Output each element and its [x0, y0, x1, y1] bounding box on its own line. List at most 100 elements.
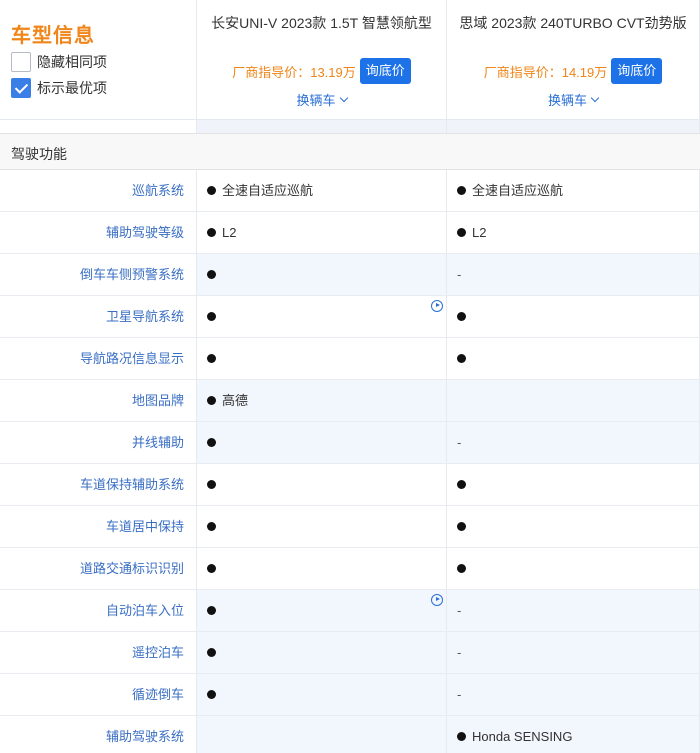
- price-label: 厂商指导价：: [483, 64, 562, 80]
- car-name[interactable]: 思域 2023款 240TURBO CVT劲势版: [457, 12, 689, 34]
- hide-same-option[interactable]: 隐藏相同项: [11, 52, 107, 72]
- row-label[interactable]: 地图品牌: [0, 380, 197, 421]
- table-row: 地图品牌 高德: [0, 380, 700, 422]
- table-row: 卫星导航系统: [0, 296, 700, 338]
- table-cell: 全速自适应巡航: [447, 170, 700, 211]
- swap-car-label[interactable]: 换辆车: [548, 90, 587, 109]
- standard-dot-icon: [207, 438, 216, 447]
- section-title: 驾驶功能: [11, 146, 67, 162]
- ask-price-button[interactable]: 询底价: [611, 58, 663, 84]
- table-cell: 高德: [197, 380, 447, 421]
- table-row: 循迹倒车 -: [0, 674, 700, 716]
- standard-dot-icon: [207, 564, 216, 573]
- row-label[interactable]: 巡航系统: [0, 170, 197, 211]
- row-label[interactable]: 道路交通标识识别: [0, 548, 197, 589]
- mark-best-label[interactable]: 标示最优项: [37, 78, 107, 98]
- standard-dot-icon: [207, 186, 216, 195]
- table-cell: [197, 506, 447, 547]
- swap-car-button[interactable]: 换辆车: [447, 90, 699, 109]
- table-cell: [197, 422, 447, 463]
- standard-dot-icon: [457, 564, 466, 573]
- standard-dot-icon: [457, 732, 466, 741]
- table-row: 辅助驾驶等级 L2 L2: [0, 212, 700, 254]
- page-title: 车型信息: [11, 25, 95, 47]
- table-row: 自动泊车入位 -: [0, 590, 700, 632]
- price-row: 厂商指导价： 14.19万 询底价: [447, 58, 699, 84]
- chevron-down-icon: [590, 93, 600, 102]
- table-cell: [447, 338, 700, 379]
- mark-best-checkbox[interactable]: [11, 78, 31, 98]
- table-row: 车道居中保持: [0, 506, 700, 548]
- header-strip: [0, 119, 197, 133]
- cell-value: 全速自适应巡航: [472, 183, 564, 198]
- standard-dot-icon: [207, 312, 216, 321]
- row-label[interactable]: 辅助驾驶等级: [0, 212, 197, 253]
- standard-dot-icon: [457, 354, 466, 363]
- table-cell: [197, 296, 447, 337]
- cell-value: Honda SENSING: [472, 729, 573, 744]
- play-video-icon[interactable]: [431, 594, 443, 606]
- cell-value: -: [457, 645, 462, 660]
- mark-best-option[interactable]: 标示最优项: [11, 78, 107, 98]
- row-label[interactable]: 车道保持辅助系统: [0, 464, 197, 505]
- table-cell: [197, 548, 447, 589]
- price-label: 厂商指导价：: [232, 64, 311, 80]
- swap-car-label[interactable]: 换辆车: [296, 90, 335, 109]
- standard-dot-icon: [207, 522, 216, 531]
- table-row: 倒车车侧预警系统 -: [0, 254, 700, 296]
- row-label[interactable]: 并线辅助: [0, 422, 197, 463]
- table-cell: -: [447, 590, 700, 631]
- row-label[interactable]: 导航路况信息显示: [0, 338, 197, 379]
- spec-table: 巡航系统 全速自适应巡航 全速自适应巡航辅助驾驶等级 L2 L2 倒车车侧预警系统 - 卫星导…: [0, 170, 700, 753]
- table-cell: L2: [447, 212, 700, 253]
- price-value: 13.19万: [310, 64, 356, 80]
- hide-same-label[interactable]: 隐藏相同项: [37, 52, 107, 72]
- row-label[interactable]: 循迹倒车: [0, 674, 197, 715]
- table-cell: L2: [197, 212, 447, 253]
- cell-value: 全速自适应巡航: [222, 183, 314, 198]
- table-cell: 全速自适应巡航: [197, 170, 447, 211]
- table-cell: [197, 632, 447, 673]
- table-cell: [197, 674, 447, 715]
- car-column-header: 思域 2023款 240TURBO CVT劲势版 厂商指导价： 14.19万 询…: [447, 0, 700, 119]
- table-cell: [447, 380, 700, 421]
- price-value: 14.19万: [561, 64, 608, 80]
- standard-dot-icon: [457, 480, 466, 489]
- table-cell: [447, 548, 700, 589]
- cell-value: L2: [222, 225, 237, 240]
- row-label[interactable]: 车道居中保持: [0, 506, 197, 547]
- car-column-header: 长安UNI-V 2023款 1.5T 智慧领航型 厂商指导价： 13.19万 询…: [197, 0, 447, 119]
- car-name[interactable]: 长安UNI-V 2023款 1.5T 智慧领航型: [207, 12, 436, 34]
- cell-value: L2: [472, 225, 487, 240]
- swap-car-button[interactable]: 换辆车: [197, 90, 446, 109]
- header-left-panel: 车型信息 隐藏相同项 标示最优项: [0, 0, 197, 119]
- standard-dot-icon: [207, 354, 216, 363]
- row-label[interactable]: 遥控泊车: [0, 632, 197, 673]
- table-cell: -: [447, 254, 700, 295]
- table-row: 遥控泊车 -: [0, 632, 700, 674]
- table-cell: -: [447, 632, 700, 673]
- row-label[interactable]: 辅助驾驶系统: [0, 716, 197, 753]
- hide-same-checkbox[interactable]: [11, 52, 31, 72]
- row-label[interactable]: 卫星导航系统: [0, 296, 197, 337]
- standard-dot-icon: [207, 648, 216, 657]
- cell-value: -: [457, 687, 462, 702]
- standard-dot-icon: [207, 228, 216, 237]
- table-cell: -: [447, 674, 700, 715]
- table-cell: [197, 590, 447, 631]
- ask-price-button[interactable]: 询底价: [359, 58, 411, 84]
- chevron-down-icon: [339, 93, 348, 102]
- standard-dot-icon: [207, 690, 216, 699]
- row-label[interactable]: 倒车车侧预警系统: [0, 254, 197, 295]
- price-row: 厂商指导价： 13.19万 询底价: [197, 58, 446, 84]
- table-cell: -: [447, 422, 700, 463]
- standard-dot-icon: [207, 480, 216, 489]
- standard-dot-icon: [457, 312, 466, 321]
- play-video-icon[interactable]: [431, 300, 443, 312]
- cell-value: -: [457, 267, 462, 282]
- table-cell: [197, 716, 447, 753]
- table-row: 道路交通标识识别: [0, 548, 700, 590]
- row-label[interactable]: 自动泊车入位: [0, 590, 197, 631]
- cell-value: -: [457, 435, 462, 450]
- section-header: 驾驶功能: [0, 133, 700, 170]
